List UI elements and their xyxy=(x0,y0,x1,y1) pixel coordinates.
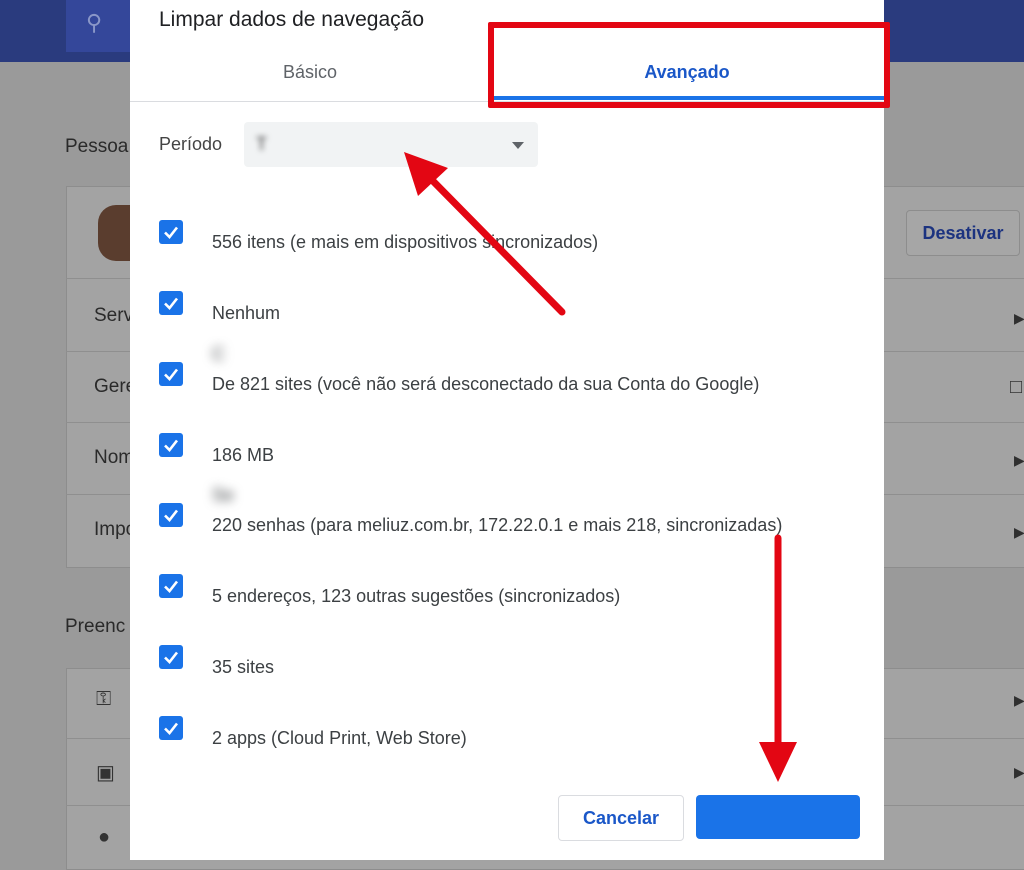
annotation-arrow-period xyxy=(404,152,566,316)
annotation-arrow-clear-button xyxy=(759,534,797,782)
annotation-arrows xyxy=(404,152,797,782)
